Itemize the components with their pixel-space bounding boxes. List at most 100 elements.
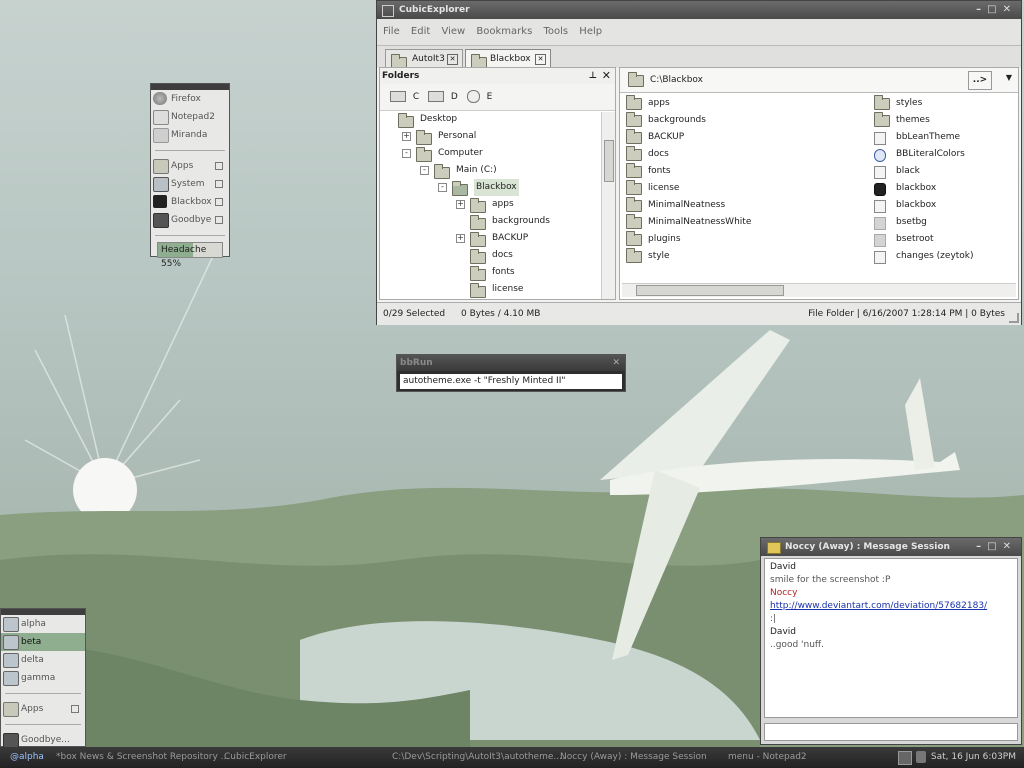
expand-icon[interactable]: + [456,200,465,209]
menu-tools[interactable]: Tools [543,26,568,37]
tab-blackbox[interactable]: Blackbox ✕ [465,49,551,69]
file-item[interactable]: BACKUP [626,129,866,146]
tree-node[interactable]: - Blackbox [380,179,615,196]
expand-icon[interactable]: + [402,132,411,141]
file-item[interactable]: fonts [626,163,866,180]
task-item[interactable]: Noccy (Away) : Message Session [560,747,707,768]
task-item[interactable]: menu - Notepad2 [728,747,807,768]
hscrollbar-thumb[interactable] [636,285,784,296]
menu-file[interactable]: File [383,26,400,37]
close-icon[interactable]: ✕ [1003,4,1017,15]
minimize-icon[interactable]: – [976,541,987,552]
explorer-titlebar[interactable]: CubicExplorer –□✕ [377,1,1021,19]
file-item[interactable]: docs [626,146,866,163]
expand-icon[interactable]: + [456,234,465,243]
maximize-icon[interactable]: □ [987,541,1002,552]
workspace-item-alpha[interactable]: alpha [1,615,85,633]
file-item[interactable]: bsetroot [874,231,1014,248]
menu-help[interactable]: Help [579,26,602,37]
file-item[interactable]: styles [874,95,1014,112]
launcher-submenu-apps[interactable]: Apps [151,157,229,175]
file-item[interactable]: MinimalNeatnessWhite [626,214,866,231]
file-item[interactable]: license [626,180,866,197]
tree-scrollbar[interactable] [601,112,615,299]
launcher-submenu-blackbox[interactable]: Blackbox [151,193,229,211]
file-item[interactable]: MinimalNeatness [626,197,866,214]
tree-node[interactable]: Desktop [380,111,615,128]
submenu-arrow-icon [215,180,223,188]
bbrun-command-input[interactable]: autotheme.exe -t "Freshly Minted II" [400,374,622,389]
launcher-item-firefox[interactable]: Firefox [151,90,229,108]
tree-node[interactable]: + Personal [380,128,615,145]
menu-bookmarks[interactable]: Bookmarks [476,26,532,37]
tray-monitor-icon[interactable] [898,751,912,765]
tree-node[interactable]: fonts [380,264,615,281]
file-item[interactable]: themes [874,112,1014,129]
workspace-item-beta[interactable]: beta [1,633,85,651]
tree-node[interactable]: - Computer [380,145,615,162]
task-item[interactable]: CubicExplorer [224,747,287,768]
launcher-item-notepad2[interactable]: Notepad2 [151,108,229,126]
resize-grip-icon[interactable] [1009,313,1019,323]
minimize-icon[interactable]: – [976,4,987,15]
close-icon[interactable]: ✕ [612,355,620,371]
files-hscrollbar[interactable] [622,283,1016,297]
tree-node[interactable]: + apps [380,196,615,213]
file-item[interactable]: changes (zeytok) [874,248,1014,265]
drive-e[interactable]: E [487,92,493,102]
file-item[interactable]: plugins [626,231,866,248]
launcher-item-miranda[interactable]: Miranda [151,126,229,144]
tray-user-icon[interactable] [916,751,926,763]
pane-close-icon[interactable]: ✕ [602,68,611,84]
maximize-icon[interactable]: □ [987,4,1002,15]
drive-c[interactable]: C [413,92,419,102]
close-icon[interactable]: ✕ [1003,541,1017,552]
go-button[interactable]: ..> [968,71,992,90]
tree-node[interactable]: license [380,281,615,298]
launcher-submenu-goodbye[interactable]: Goodbye [151,211,229,229]
task-item[interactable]: *box News & Screenshot Repository ... [56,747,229,768]
chat-message-input[interactable] [764,723,1018,741]
blackbox-exe-icon [874,183,886,196]
workspace-apps-submenu[interactable]: Apps [1,700,85,718]
file-item[interactable]: bbLeanTheme [874,129,1014,146]
chevron-down-icon[interactable]: ▼ [1006,73,1012,82]
collapse-icon[interactable]: - [438,183,447,192]
workspace-item-delta[interactable]: delta [1,651,85,669]
collapse-icon[interactable]: - [402,149,411,158]
file-item-label: MinimalNeatnessWhite [648,217,752,227]
address-input[interactable]: C:\Blackbox [650,68,703,92]
file-item[interactable]: blackbox [874,180,1014,197]
task-item[interactable]: C:\Dev\Scripting\AutoIt3\autotheme.... [392,747,565,768]
menu-edit[interactable]: Edit [411,26,430,37]
scrollbar-thumb[interactable] [604,140,614,182]
tab-close-icon[interactable]: ✕ [535,54,546,65]
folder-icon [628,72,644,87]
chat-titlebar[interactable]: Noccy (Away) : Message Session –□✕ [761,538,1021,556]
menu-view[interactable]: View [441,26,465,37]
file-item[interactable]: bsetbg [874,214,1014,231]
tree-node[interactable]: docs [380,247,615,264]
drive-d[interactable]: D [451,92,458,102]
workspace-label[interactable]: @alpha [10,747,44,768]
file-item[interactable]: black [874,163,1014,180]
workspace-label: alpha [21,619,46,629]
tree-node[interactable]: backgrounds [380,213,615,230]
desktop[interactable]: Firefox Notepad2 Miranda Apps System Bla… [0,0,1024,768]
chat-link[interactable]: http://www.deviantart.com/deviation/5768… [770,600,1012,613]
tab-close-icon[interactable]: ✕ [447,54,458,65]
collapse-icon[interactable]: - [420,166,429,175]
file-item[interactable]: BBLiteralColors [874,146,1014,163]
file-item[interactable]: backgrounds [626,112,866,129]
pin-icon[interactable]: ⊥ [589,68,597,84]
workspace-item-gamma[interactable]: gamma [1,669,85,687]
tree-node[interactable]: - Main (C:) [380,162,615,179]
tree-node[interactable]: + BACKUP [380,230,615,247]
chat-log[interactable]: David smile for the screenshot :P Noccy htt… [764,558,1018,718]
folder-icon [626,248,642,263]
launcher-submenu-system[interactable]: System [151,175,229,193]
file-item[interactable]: apps [626,95,866,112]
file-item[interactable]: blackbox [874,197,1014,214]
bbrun-titlebar[interactable]: bbRun ✕ [397,355,625,371]
file-item[interactable]: style [626,248,866,265]
